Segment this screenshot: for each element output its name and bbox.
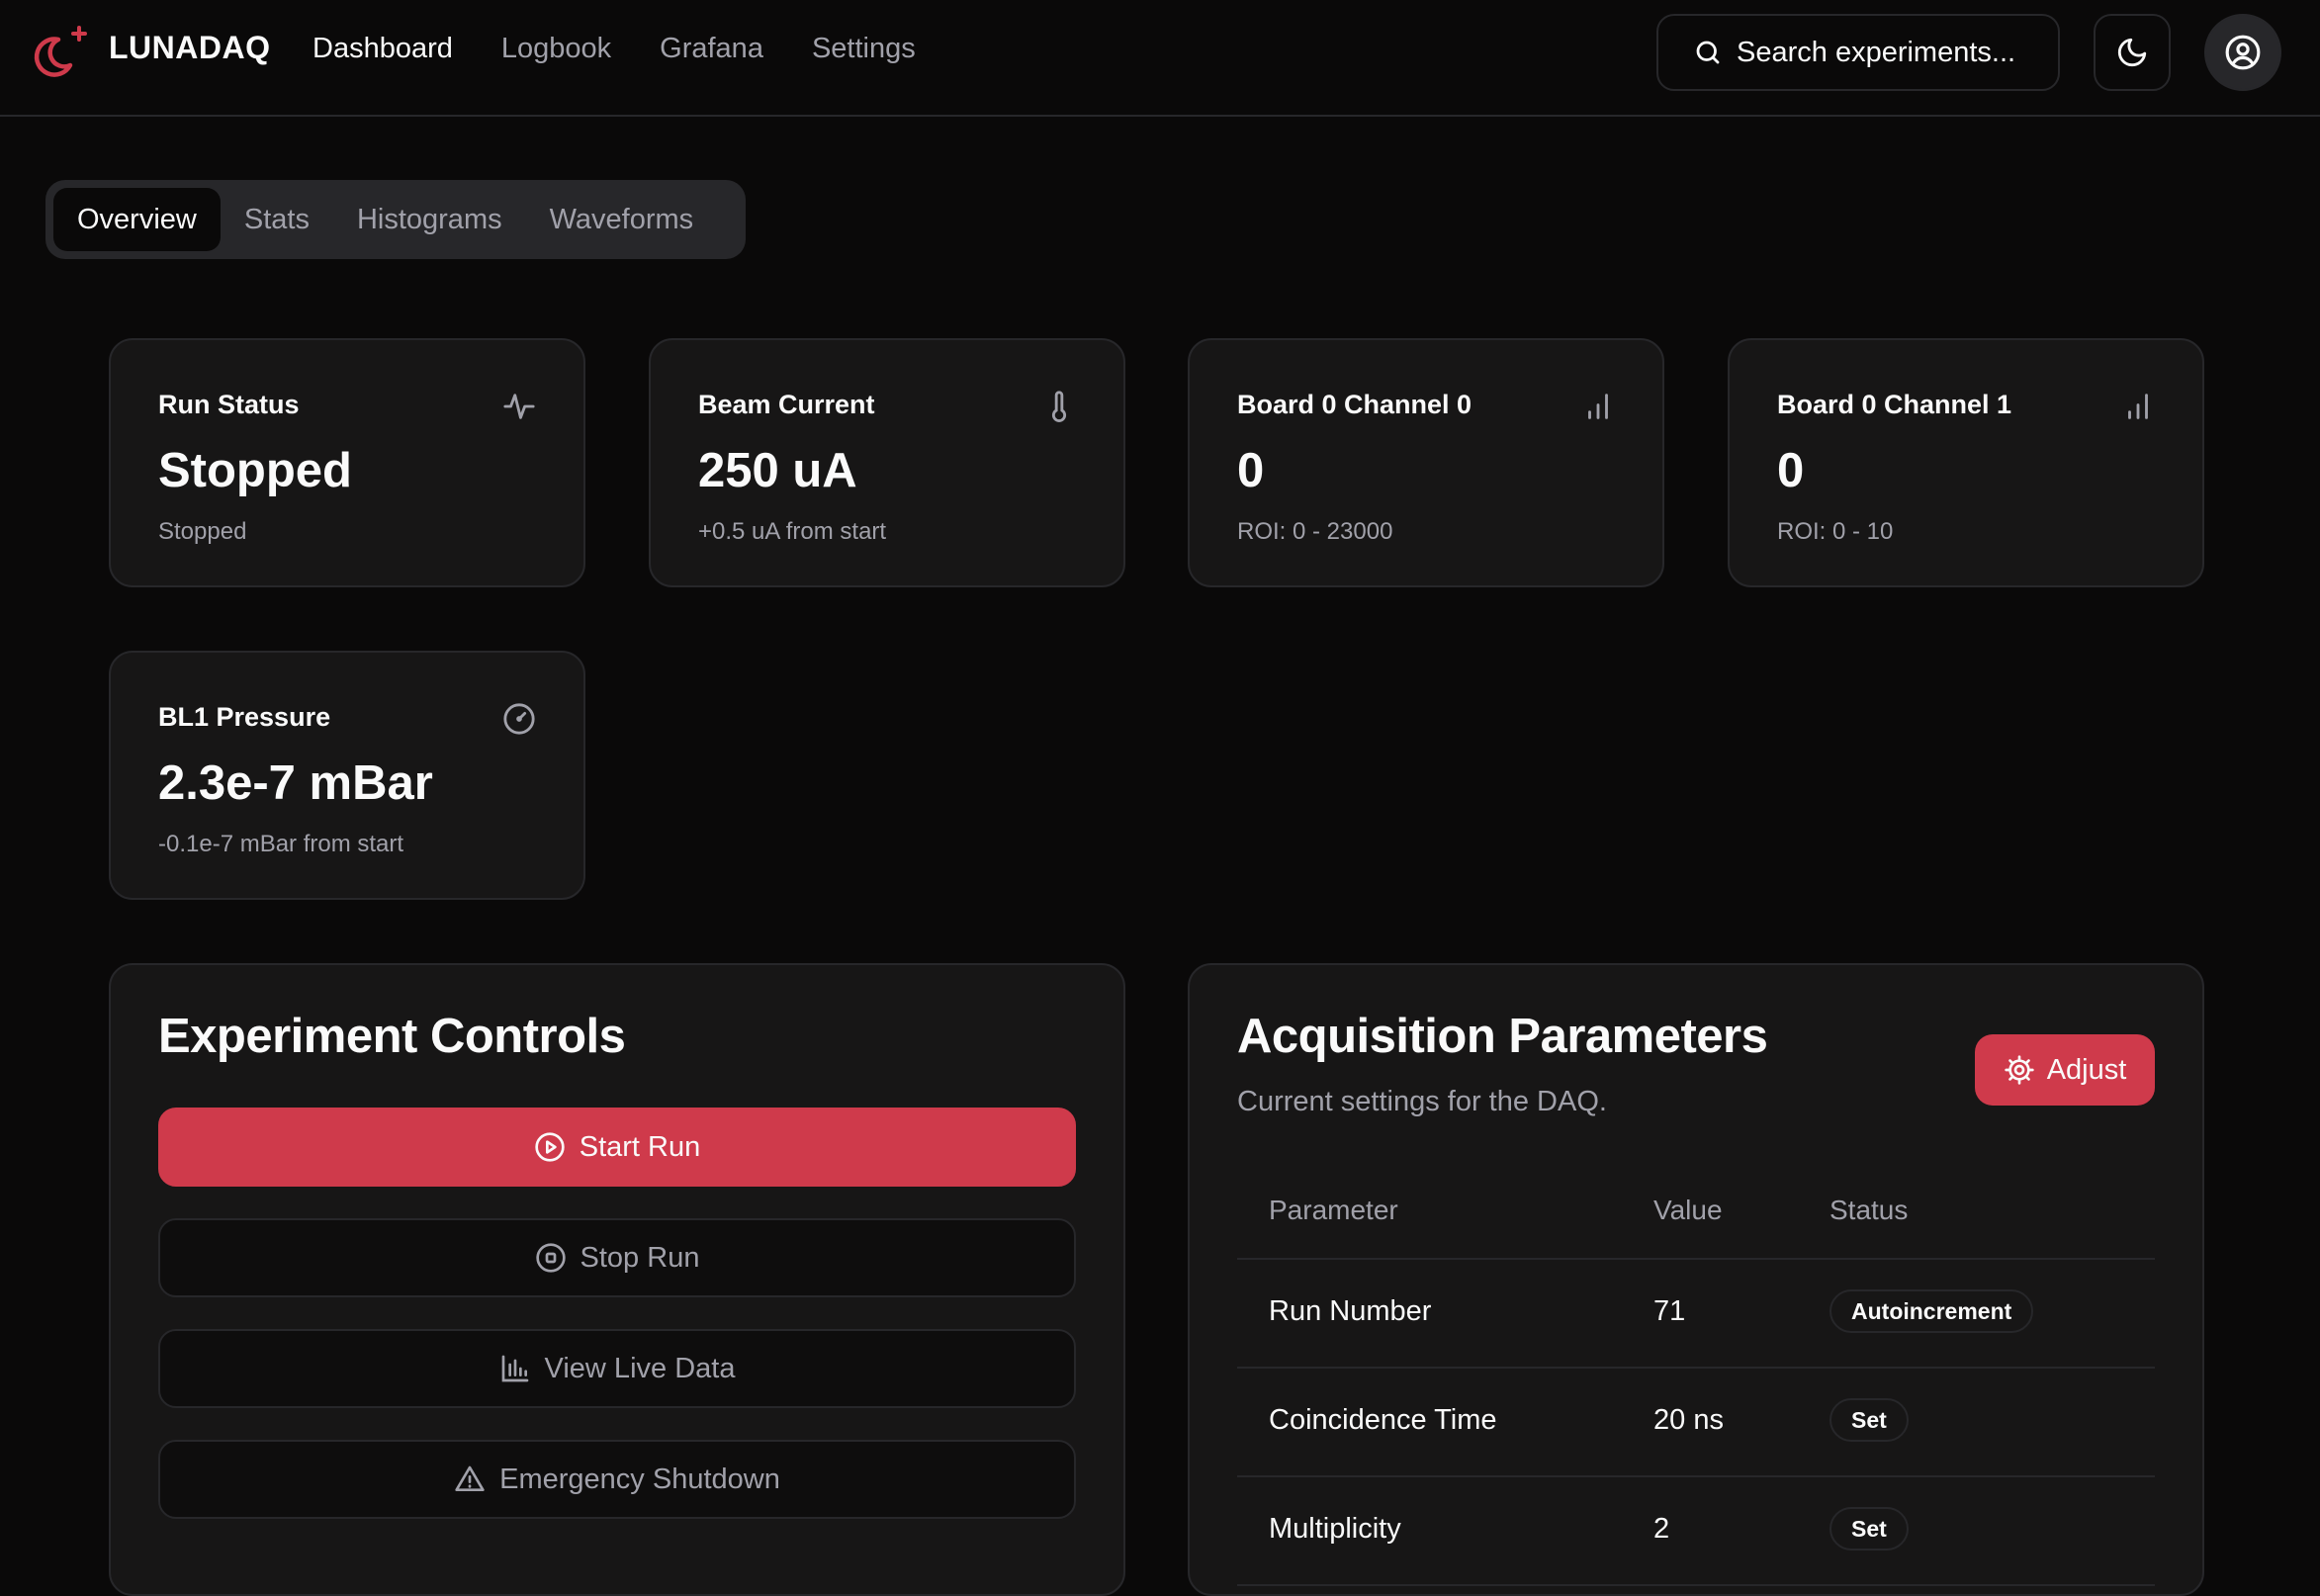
theme-toggle-button[interactable] xyxy=(2094,14,2171,91)
tab-waveforms[interactable]: Waveforms xyxy=(526,188,718,251)
stat-value: 0 xyxy=(1777,444,1805,497)
stat-subtext: +0.5 uA from start xyxy=(698,518,887,545)
parameter-cell: Multiplicity xyxy=(1269,1513,1401,1545)
stat-card-board0-channel0: Board 0 Channel 0 0 ROI: 0 - 23000 xyxy=(1188,338,1664,587)
emergency-shutdown-button[interactable]: Emergency Shutdown xyxy=(158,1440,1076,1519)
stat-subtext: -0.1e-7 mBar from start xyxy=(158,831,404,857)
stat-subtext: ROI: 0 - 10 xyxy=(1777,518,1894,545)
stat-label: Beam Current xyxy=(698,390,875,419)
experiment-controls-panel: Experiment Controls Start Run Stop Run V… xyxy=(109,963,1125,1596)
nav-dashboard[interactable]: Dashboard xyxy=(312,33,453,65)
user-menu-button[interactable] xyxy=(2204,14,2281,91)
adjust-label: Adjust xyxy=(2046,1053,2127,1086)
stop-circle-icon xyxy=(535,1243,566,1273)
column-header-value: Value xyxy=(1653,1195,1723,1225)
stat-card-beam-current: Beam Current 250 uA +0.5 uA from start xyxy=(649,338,1125,587)
moon-plus-icon[interactable] xyxy=(33,24,90,81)
button-label: Start Run xyxy=(579,1130,701,1163)
table-row: Coincidence Time 20 ns Set xyxy=(1237,1369,2155,1477)
main-nav: Dashboard Logbook Grafana Settings xyxy=(312,33,916,65)
status-badge: Autoincrement xyxy=(1829,1289,2034,1333)
activity-icon xyxy=(503,394,535,419)
bar-chart-icon xyxy=(1588,394,1608,419)
stat-subtext: Stopped xyxy=(158,518,247,545)
search-icon xyxy=(1696,41,1720,64)
acquisition-parameters-panel: Acquisition Parameters Current settings … xyxy=(1188,963,2204,1596)
play-circle-icon xyxy=(535,1132,565,1162)
stat-label: Run Status xyxy=(158,390,300,419)
tab-overview[interactable]: Overview xyxy=(53,188,221,251)
stat-card-board0-channel1: Board 0 Channel 1 0 ROI: 0 - 10 xyxy=(1728,338,2204,587)
search-input[interactable]: Search experiments... xyxy=(1656,14,2060,91)
value-cell: 71 xyxy=(1653,1295,1686,1327)
nav-logbook[interactable]: Logbook xyxy=(501,33,611,65)
stat-label: Board 0 Channel 1 xyxy=(1777,390,2012,419)
gear-icon xyxy=(2005,1055,2034,1085)
stat-value: 250 uA xyxy=(698,444,857,497)
value-cell: 20 ns xyxy=(1653,1404,1724,1436)
nav-grafana[interactable]: Grafana xyxy=(660,33,763,65)
brand-name[interactable]: LUNADAQ xyxy=(109,30,270,66)
chart-icon xyxy=(501,1355,528,1382)
value-cell: 2 xyxy=(1653,1513,1670,1545)
stop-run-button[interactable]: Stop Run xyxy=(158,1218,1076,1297)
table-row: Multiplicity 2 Set xyxy=(1237,1477,2155,1586)
button-label: View Live Data xyxy=(544,1352,736,1384)
stat-label: Board 0 Channel 0 xyxy=(1237,390,1472,419)
gauge-icon xyxy=(503,703,535,735)
top-navbar: LUNADAQ Dashboard Logbook Grafana Settin… xyxy=(0,0,2320,117)
adjust-button[interactable]: Adjust xyxy=(1975,1034,2155,1106)
nav-settings[interactable]: Settings xyxy=(812,33,916,65)
stat-subtext: ROI: 0 - 23000 xyxy=(1237,518,1393,545)
stat-value: 0 xyxy=(1237,444,1265,497)
status-badge: Set xyxy=(1829,1398,1909,1442)
button-label: Stop Run xyxy=(580,1241,700,1274)
bar-chart-icon xyxy=(2128,394,2148,419)
warning-icon xyxy=(455,1465,485,1491)
stat-card-run-status: Run Status Stopped Stopped xyxy=(109,338,585,587)
user-circle-icon xyxy=(2225,35,2261,70)
stat-label: BL1 Pressure xyxy=(158,702,331,732)
status-badge: Set xyxy=(1829,1507,1909,1551)
panel-title: Experiment Controls xyxy=(158,1010,626,1063)
stat-value: 2.3e-7 mBar xyxy=(158,756,433,810)
thermometer-icon xyxy=(1051,391,1067,422)
view-live-data-button[interactable]: View Live Data xyxy=(158,1329,1076,1408)
parameter-cell: Coincidence Time xyxy=(1269,1404,1497,1436)
stat-card-bl1-pressure: BL1 Pressure 2.3e-7 mBar -0.1e-7 mBar fr… xyxy=(109,651,585,900)
button-label: Emergency Shutdown xyxy=(499,1463,780,1495)
tab-stats[interactable]: Stats xyxy=(221,188,333,251)
search-placeholder: Search experiments... xyxy=(1737,36,2016,68)
column-header-status: Status xyxy=(1829,1195,1909,1225)
view-tabs: Overview Stats Histograms Waveforms xyxy=(45,180,746,259)
start-run-button[interactable]: Start Run xyxy=(158,1108,1076,1187)
tab-histograms[interactable]: Histograms xyxy=(333,188,526,251)
stat-value: Stopped xyxy=(158,444,352,497)
parameter-cell: Run Number xyxy=(1269,1295,1432,1327)
table-row: Run Number 71 Autoincrement xyxy=(1237,1260,2155,1369)
moon-icon xyxy=(2117,38,2147,67)
panel-subtitle: Current settings for the DAQ. xyxy=(1237,1086,1607,1117)
column-header-parameter: Parameter xyxy=(1269,1195,1398,1225)
panel-title: Acquisition Parameters xyxy=(1237,1010,1768,1063)
table-header: Parameter Value Status xyxy=(1237,1161,2155,1260)
